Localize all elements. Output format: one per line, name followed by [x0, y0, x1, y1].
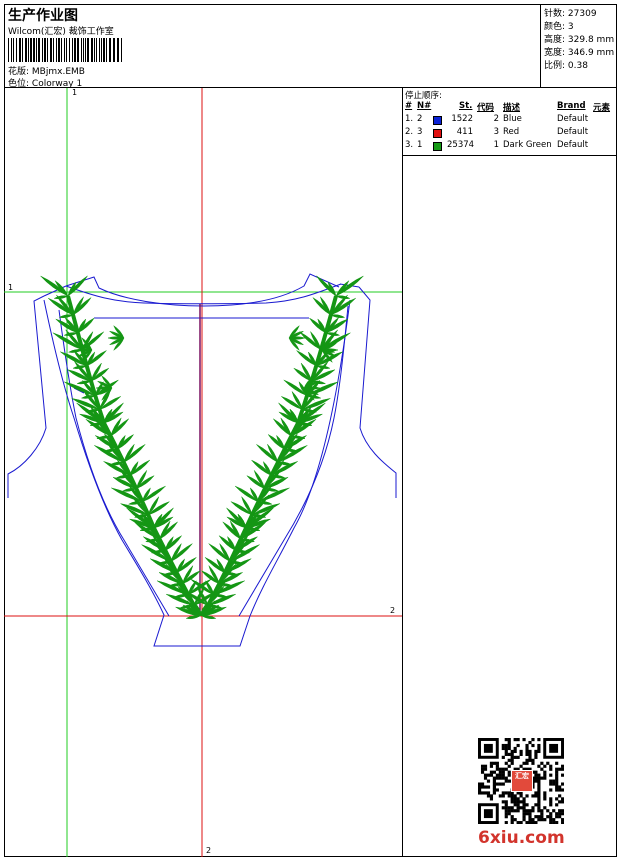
- row-index: 2.: [405, 127, 414, 137]
- row-stitches: 25374: [447, 140, 475, 150]
- row-no: 1: [417, 140, 423, 150]
- row-brand: Default: [557, 140, 589, 150]
- stop-row: 2. 3 411 3 Red Default: [403, 127, 616, 140]
- row-brand: Default: [557, 127, 589, 137]
- header-stitches: St.: [459, 101, 473, 111]
- stop-row: 3. 1 25374 1 Dark Green Default: [403, 140, 616, 153]
- color-swatch: [433, 116, 442, 125]
- row-no: 2: [417, 114, 423, 124]
- stop-row: 1. 2 1522 2 Blue Default: [403, 114, 616, 127]
- company-name: Wilcom(汇宏) 裁饰工作室: [8, 27, 114, 37]
- design-drawing: [4, 88, 402, 857]
- page-title: 生产作业图: [8, 8, 78, 24]
- guide-label-red-h: 2: [390, 606, 396, 615]
- row-code: 3: [493, 127, 499, 137]
- stat-width: 宽度: 346.9 mm: [544, 48, 615, 58]
- row-code: 1: [493, 140, 499, 150]
- header: 生产作业图 Wilcom(汇宏) 裁饰工作室 花版: MBjmx.EMB 色位:…: [4, 4, 617, 89]
- row-desc: Red: [503, 127, 520, 137]
- design-canvas: 1 1 2 2: [4, 88, 402, 857]
- color-swatch: [433, 129, 442, 138]
- header-no: N#: [417, 101, 432, 111]
- guide-label-green-h: 1: [8, 283, 14, 292]
- site-watermark: 6xiu.com: [478, 828, 565, 848]
- header-index: #: [405, 101, 413, 111]
- seal-stamp: 汇宏: [511, 770, 533, 792]
- stop-sequence-title: 停止顺序:: [405, 91, 442, 101]
- row-index: 3.: [405, 140, 414, 150]
- header-code: 代码: [477, 103, 495, 113]
- stat-height: 高度: 329.8 mm: [544, 35, 615, 45]
- guide-label-green-v: 1: [72, 88, 78, 97]
- row-brand: Default: [557, 114, 589, 124]
- stop-sequence-header: # N# St. 代码 描述 Brand 元素: [403, 101, 616, 114]
- header-brand: Brand: [557, 101, 586, 111]
- row-desc: Blue: [503, 114, 522, 124]
- stats-box: 针数: 27309 颜色: 3 高度: 329.8 mm 宽度: 346.9 m…: [540, 4, 617, 88]
- row-code: 2: [493, 114, 499, 124]
- stat-stitches: 针数: 27309: [544, 9, 597, 19]
- guide-label-red-v: 2: [206, 846, 212, 855]
- row-stitches: 1522: [451, 114, 473, 124]
- barcode: [8, 38, 122, 62]
- row-index: 1.: [405, 114, 414, 124]
- header-element: 元素: [593, 103, 611, 113]
- row-desc: Dark Green: [503, 140, 552, 150]
- stat-colors: 颜色: 3: [544, 22, 574, 32]
- row-no: 3: [417, 127, 423, 137]
- color-swatch: [433, 142, 442, 151]
- row-stitches: 411: [456, 127, 473, 137]
- panel-divider: [403, 155, 616, 156]
- header-desc: 描述: [503, 103, 521, 113]
- stat-scale: 比例: 0.38: [544, 61, 588, 71]
